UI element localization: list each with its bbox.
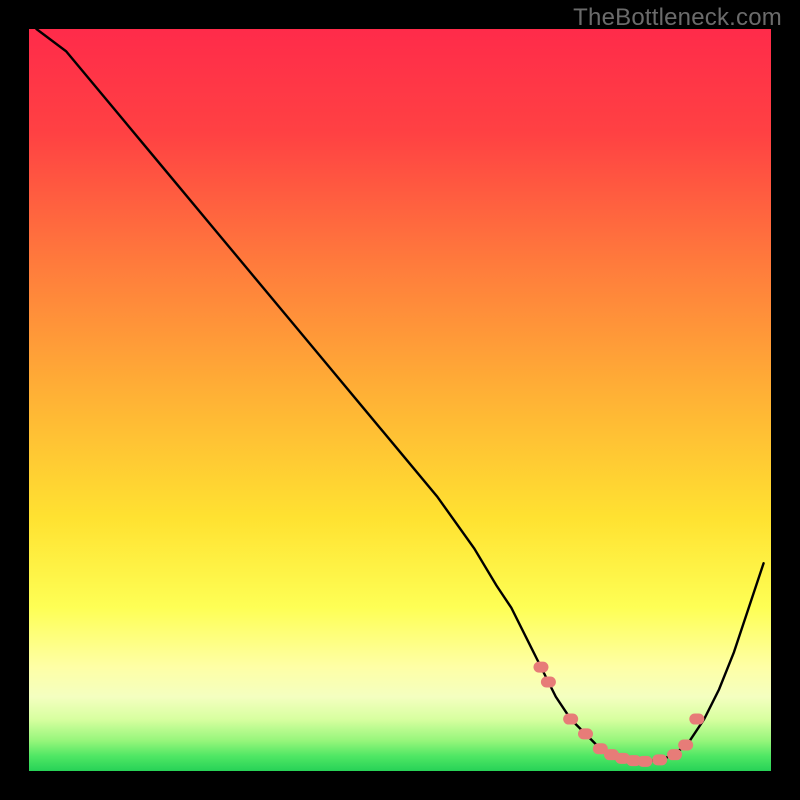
curve-layer [29,29,771,771]
watermark-text: TheBottleneck.com [573,4,782,32]
marker-dot [541,676,556,687]
marker-dot [678,740,693,751]
plot-area [29,29,771,771]
marker-dot [652,754,667,765]
bottleneck-curve [36,29,763,761]
marker-dot [689,714,704,725]
marker-dot [533,662,548,673]
marker-dot [563,714,578,725]
highlighted-markers [533,662,704,767]
marker-dot [578,728,593,739]
marker-dot [637,756,652,767]
marker-dot [667,749,682,760]
chart-frame: TheBottleneck.com [0,0,800,800]
